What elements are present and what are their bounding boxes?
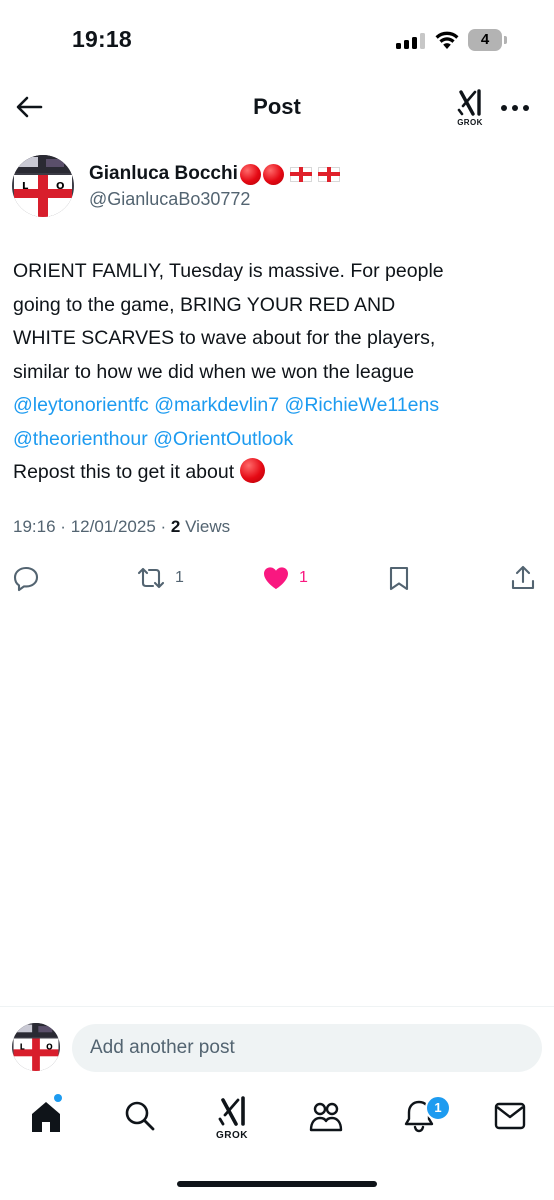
battery-icon: 4 — [468, 29, 508, 51]
red-circle-emoji — [239, 163, 261, 185]
grok-icon — [457, 89, 481, 116]
communities-icon — [309, 1102, 343, 1132]
search-icon — [125, 1101, 155, 1131]
reply-button[interactable] — [12, 560, 40, 596]
tab-messages[interactable] — [488, 1094, 532, 1144]
share-button[interactable] — [510, 560, 536, 596]
composer-divider — [0, 1006, 554, 1007]
messages-icon — [494, 1102, 526, 1130]
home-new-content-dot — [54, 1094, 62, 1102]
post-text-line: similar to how we did when we won the le… — [13, 360, 415, 383]
svg-text:L: L — [20, 1042, 25, 1051]
bookmark-icon — [389, 566, 409, 591]
post-mentions-line: @theorienthour @OrientOutlook — [13, 423, 543, 457]
grok-button[interactable]: GROK — [453, 88, 487, 130]
post-text-line: WHITE SCARVES to wave about for the play… — [13, 327, 436, 349]
author-handle[interactable]: @GianlucaBo30772 — [89, 189, 250, 210]
ellipsis-horizontal-icon — [501, 105, 529, 111]
views-label[interactable]: Views — [185, 517, 230, 536]
author-name[interactable]: Gianluca Bocchi — [89, 163, 238, 185]
grok-tab-label: GROK — [216, 1130, 248, 1141]
post-date: 12/01/2025 — [70, 517, 156, 536]
like-button[interactable]: 1 — [261, 560, 308, 596]
mention-link[interactable]: @RichieWe11ens — [285, 394, 440, 416]
status-time: 19:18 — [72, 26, 132, 52]
post-text-line: ORIENT FAMLIY, Tuesday is massive. For p… — [13, 260, 444, 282]
tab-search[interactable] — [118, 1094, 162, 1144]
author-name-row[interactable]: Gianluca Bocchi — [89, 160, 340, 188]
add-post-input[interactable] — [72, 1024, 542, 1072]
post-mentions-line: @leytonorientfc @markdevlin7 @RichieWe11… — [13, 389, 543, 423]
red-circle-emoji — [262, 163, 284, 185]
notifications-badge: 1 — [425, 1095, 451, 1121]
red-circle-emoji — [239, 458, 265, 483]
heart-icon — [264, 567, 288, 589]
svg-text:O: O — [46, 1042, 53, 1051]
mention-link[interactable]: @theorienthour — [13, 428, 148, 450]
more-options-button[interactable] — [498, 96, 532, 120]
bookmark-button[interactable] — [386, 560, 412, 596]
mention-link[interactable]: @markdevlin7 — [154, 394, 279, 416]
meta-separator: · — [60, 517, 66, 536]
mention-link[interactable]: @leytonorientfc — [13, 394, 149, 416]
repost-button[interactable]: 1 — [135, 560, 184, 596]
bottom-tab-bar: GROK — [0, 1086, 554, 1156]
grok-icon — [218, 1096, 245, 1126]
repost-icon — [137, 567, 165, 589]
home-indicator[interactable] — [177, 1181, 377, 1187]
post-meta: 19:16 · 12/01/2025 · 2 Views — [13, 517, 230, 537]
battery-level: 4 — [480, 31, 490, 48]
svg-text:O: O — [56, 181, 65, 192]
mention-link[interactable]: @OrientOutlook — [153, 428, 293, 450]
tab-grok[interactable]: GROK — [210, 1094, 254, 1144]
post-text: ORIENT FAMLIY, Tuesday is massive. For p… — [13, 255, 543, 490]
post-text-line: going to the game, BRING YOUR RED AND — [13, 293, 396, 316]
post-actions-bar: 1 1 — [0, 560, 554, 596]
post-closing-text: Repost this to get it about — [13, 461, 235, 483]
repost-count: 1 — [175, 569, 184, 586]
grok-label: GROK — [457, 118, 483, 127]
author-avatar[interactable]: L O — [12, 155, 74, 217]
like-count: 1 — [299, 569, 308, 586]
england-flag-emoji — [317, 166, 340, 182]
user-avatar[interactable]: L O — [12, 1023, 60, 1071]
svg-text:L: L — [22, 181, 29, 192]
post-closing-line: Repost this to get it about — [13, 456, 543, 490]
avatar-image: L O — [12, 155, 74, 217]
tab-home[interactable] — [24, 1094, 68, 1144]
england-flag-emoji — [289, 166, 312, 182]
home-icon — [32, 1102, 60, 1132]
wifi-icon — [435, 31, 459, 49]
share-icon — [511, 565, 535, 590]
views-count[interactable]: 2 — [171, 517, 180, 536]
post-time: 19:16 — [13, 517, 56, 536]
cellular-signal-icon — [396, 33, 426, 49]
reply-icon — [13, 566, 39, 592]
avatar-image: L O — [12, 1023, 60, 1071]
tab-communities[interactable] — [304, 1094, 348, 1144]
status-bar: 19:18 4 — [0, 0, 554, 80]
meta-separator: · — [160, 517, 167, 536]
top-nav-bar: Post GROK — [0, 80, 554, 136]
